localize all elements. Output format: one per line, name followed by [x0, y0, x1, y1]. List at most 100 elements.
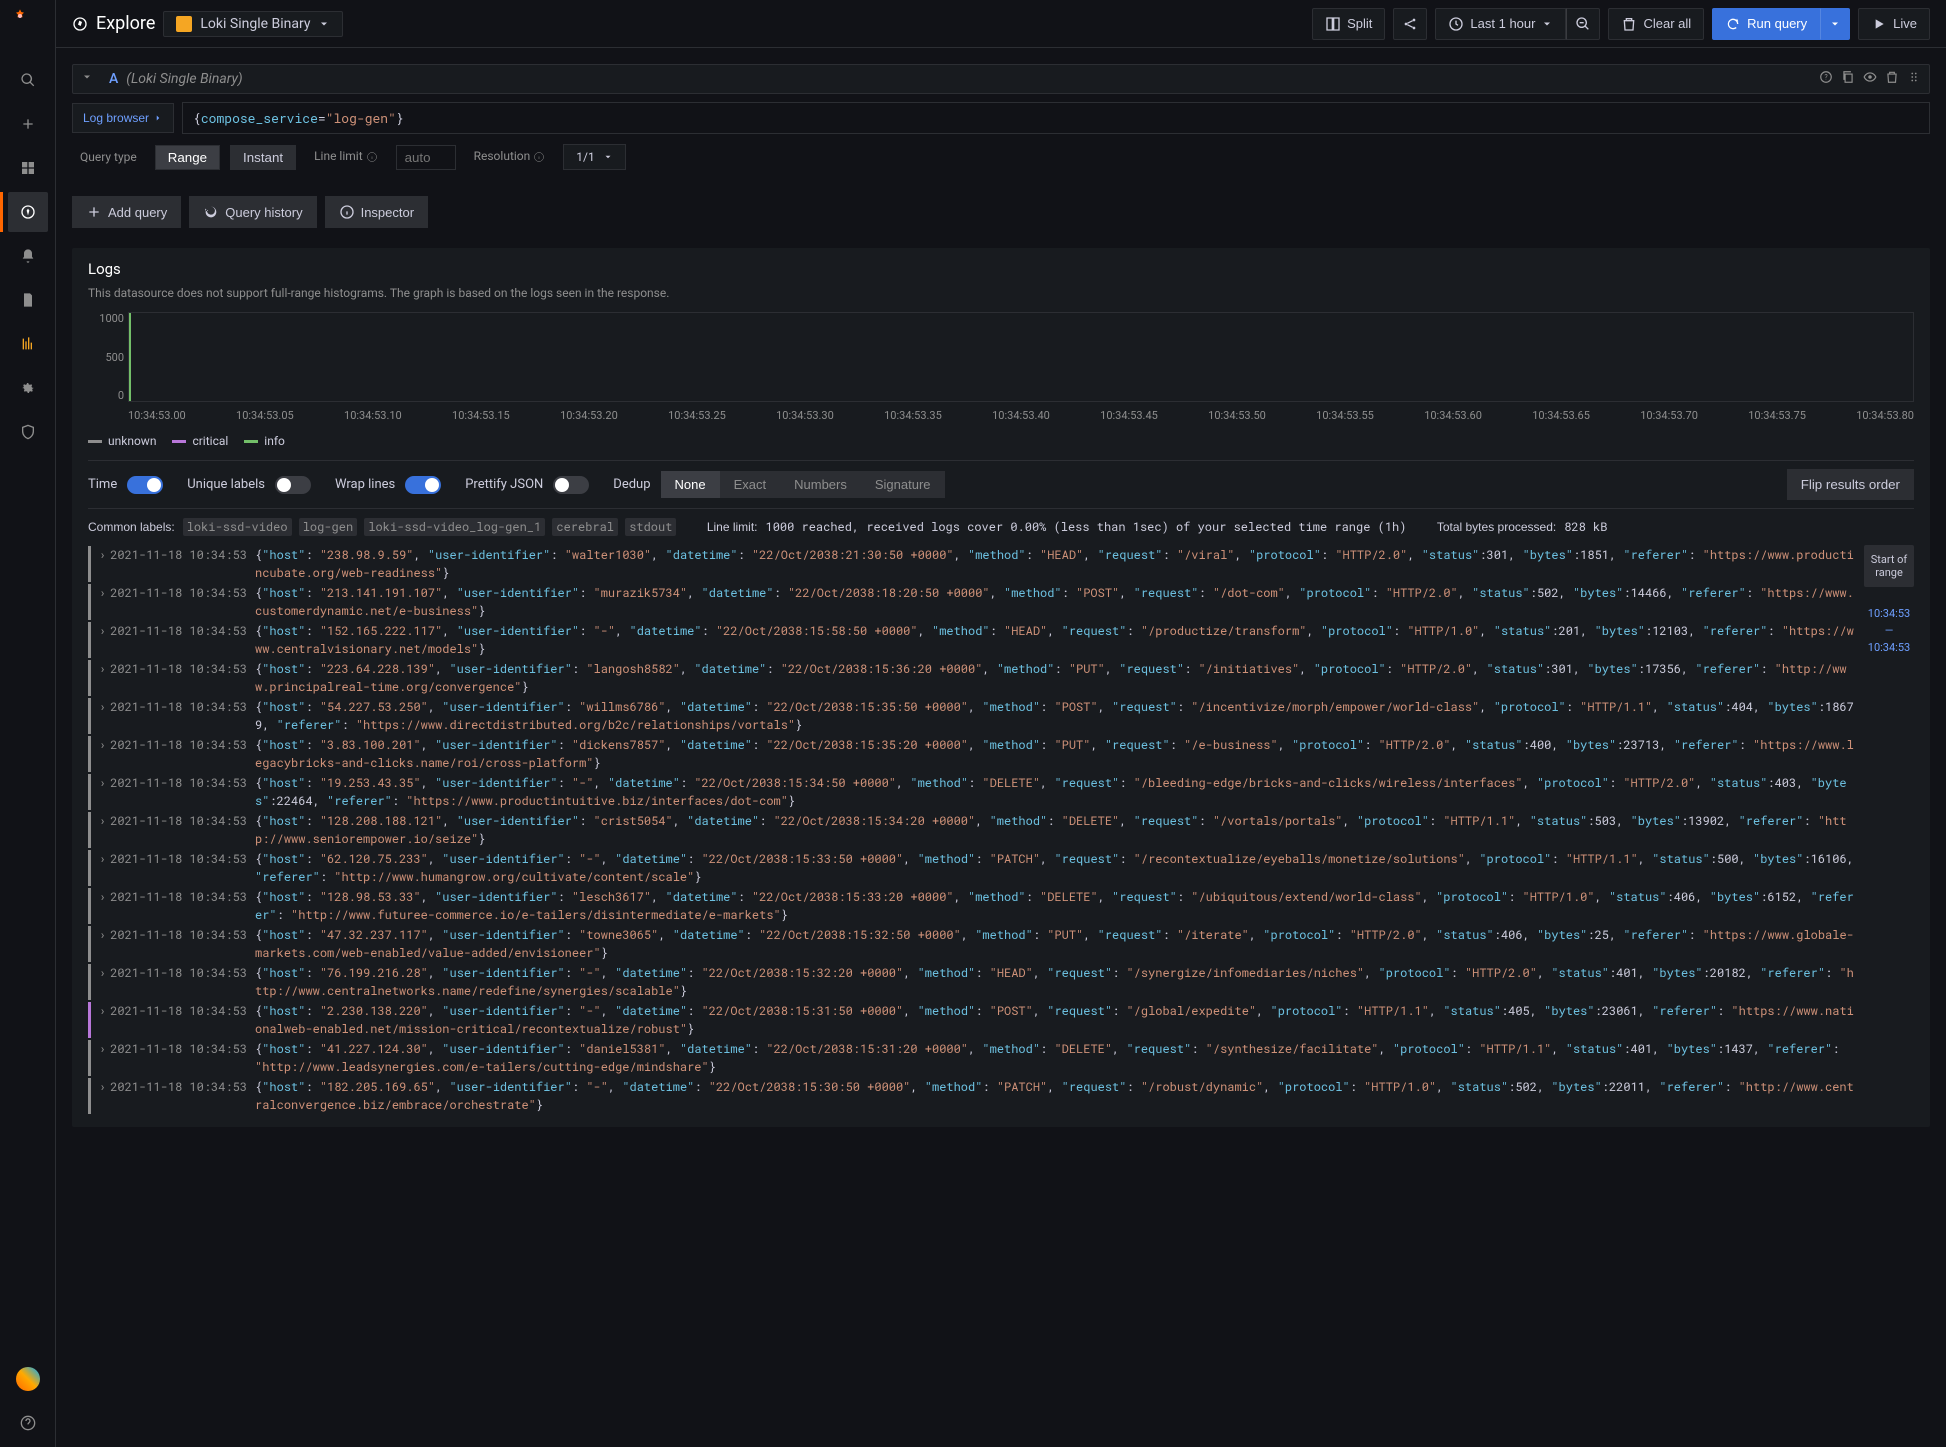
- log-entry[interactable]: ›2021-11-18 10:34:53{"host": "128.98.53.…: [88, 887, 1856, 925]
- toggle-query-icon[interactable]: [1863, 69, 1877, 89]
- log-entry[interactable]: ›2021-11-18 10:34:53{"host": "76.199.216…: [88, 963, 1856, 1001]
- loki-icon[interactable]: [8, 324, 48, 364]
- log-entry[interactable]: ›2021-11-18 10:34:53{"host": "223.64.228…: [88, 659, 1856, 697]
- expand-log-icon[interactable]: ›: [99, 1078, 106, 1114]
- log-browser-button[interactable]: Log browser: [72, 103, 174, 133]
- help-icon[interactable]: [8, 1403, 48, 1443]
- shield-icon[interactable]: [8, 412, 48, 452]
- wrap-lines-toggle[interactable]: [405, 476, 441, 494]
- log-entry[interactable]: ›2021-11-18 10:34:53{"host": "152.165.22…: [88, 621, 1856, 659]
- total-bytes-label: Total bytes processed:: [1437, 520, 1556, 534]
- live-button[interactable]: Live: [1858, 8, 1930, 40]
- expand-log-icon[interactable]: ›: [99, 698, 106, 734]
- share-icon: [1402, 16, 1418, 32]
- logs-histogram-chart[interactable]: 10005000 10:34:53.0010:34:53.0510:34:53.…: [88, 312, 1914, 422]
- logs-panel-title: Logs: [88, 260, 1914, 278]
- page-title: Explore: [72, 13, 155, 34]
- log-entry[interactable]: ›2021-11-18 10:34:53{"host": "19.253.43.…: [88, 773, 1856, 811]
- expand-log-icon[interactable]: ›: [99, 546, 106, 582]
- dedup-none[interactable]: None: [661, 471, 720, 498]
- log-entry[interactable]: ›2021-11-18 10:34:53{"host": "62.120.75.…: [88, 849, 1856, 887]
- resolution-select[interactable]: 1/1: [563, 144, 625, 170]
- expand-log-icon[interactable]: ›: [99, 850, 106, 886]
- plus-icon: [86, 204, 102, 220]
- run-query-dropdown[interactable]: [1820, 8, 1850, 40]
- log-entry[interactable]: ›2021-11-18 10:34:53{"host": "238.98.9.5…: [88, 545, 1856, 583]
- copy-query-icon[interactable]: [1841, 69, 1855, 89]
- share-button[interactable]: [1393, 8, 1427, 40]
- instant-button[interactable]: Instant: [230, 145, 296, 170]
- query-ds-name: (Loki Single Binary): [126, 71, 242, 87]
- expand-log-icon[interactable]: ›: [99, 736, 106, 772]
- line-limit-input[interactable]: [396, 145, 456, 170]
- explore-icon[interactable]: [8, 192, 48, 232]
- expand-log-icon[interactable]: ›: [99, 1002, 106, 1038]
- expand-log-icon[interactable]: ›: [99, 774, 106, 810]
- grafana-logo[interactable]: [12, 8, 44, 40]
- line-limit-meta-text: 1000 reached, received logs cover 0.00% …: [766, 519, 1407, 535]
- unique-labels-toggle[interactable]: [275, 476, 311, 494]
- log-entry[interactable]: ›2021-11-18 10:34:53{"host": "41.227.124…: [88, 1039, 1856, 1077]
- collapse-query-icon[interactable]: [81, 69, 93, 89]
- sidebar-nav: [0, 0, 56, 1447]
- expand-log-icon[interactable]: ›: [99, 1040, 106, 1076]
- flip-results-button[interactable]: Flip results order: [1787, 469, 1914, 500]
- logs-panel-hint: This datasource does not support full-ra…: [88, 286, 1914, 300]
- wrap-lines-label: Wrap lines: [335, 477, 395, 492]
- datasource-picker[interactable]: Loki Single Binary: [163, 11, 343, 37]
- run-query-button[interactable]: Run query: [1712, 8, 1820, 40]
- split-button[interactable]: Split: [1312, 8, 1385, 40]
- history-icon: [203, 204, 219, 220]
- dedup-exact[interactable]: Exact: [720, 471, 781, 498]
- delete-query-icon[interactable]: [1885, 69, 1899, 89]
- time-picker[interactable]: Last 1 hour: [1435, 8, 1566, 40]
- dashboards-icon[interactable]: [8, 148, 48, 188]
- log-entry[interactable]: ›2021-11-18 10:34:53{"host": "213.141.19…: [88, 583, 1856, 621]
- expand-log-icon[interactable]: ›: [99, 812, 106, 848]
- log-entry[interactable]: ›2021-11-18 10:34:53{"host": "54.227.53.…: [88, 697, 1856, 735]
- clear-all-button[interactable]: Clear all: [1608, 8, 1704, 40]
- svg-text:?: ?: [1824, 73, 1828, 81]
- info-icon: [339, 204, 355, 220]
- expand-log-icon[interactable]: ›: [99, 622, 106, 658]
- range-button[interactable]: Range: [155, 145, 220, 170]
- alerting-icon[interactable]: [8, 236, 48, 276]
- document-icon[interactable]: [8, 280, 48, 320]
- expand-log-icon[interactable]: ›: [99, 660, 106, 696]
- log-entry[interactable]: ›2021-11-18 10:34:53{"host": "2.230.138.…: [88, 1001, 1856, 1039]
- log-entry[interactable]: ›2021-11-18 10:34:53{"host": "47.32.237.…: [88, 925, 1856, 963]
- log-entry[interactable]: ›2021-11-18 10:34:53{"host": "3.83.100.2…: [88, 735, 1856, 773]
- expand-log-icon[interactable]: ›: [99, 964, 106, 1000]
- chevron-down-icon: [603, 149, 613, 165]
- expand-log-icon[interactable]: ›: [99, 584, 106, 620]
- label-tag: loki-ssd-video: [183, 518, 292, 536]
- log-entry[interactable]: ›2021-11-18 10:34:53{"host": "182.205.16…: [88, 1077, 1856, 1115]
- logs-panel: Logs This datasource does not support fu…: [72, 248, 1930, 1127]
- play-icon: [1871, 16, 1887, 32]
- add-query-button[interactable]: Add query: [72, 196, 181, 228]
- line-limit-meta-label: Line limit:: [707, 520, 758, 534]
- chart-legend: unknowncriticalinfo: [88, 430, 1914, 460]
- dedup-numbers[interactable]: Numbers: [780, 471, 861, 498]
- query-expression-input[interactable]: {compose_service="log-gen"}: [182, 102, 1930, 134]
- search-icon[interactable]: [8, 60, 48, 100]
- dedup-label: Dedup: [613, 477, 650, 492]
- config-icon[interactable]: [8, 368, 48, 408]
- avatar[interactable]: [8, 1359, 48, 1399]
- chevron-down-icon: [1541, 16, 1553, 32]
- time-toggle[interactable]: [127, 476, 163, 494]
- expand-log-icon[interactable]: ›: [99, 888, 106, 924]
- query-history-button[interactable]: Query history: [189, 196, 316, 228]
- sync-icon: [1725, 16, 1741, 32]
- log-meta-row: Common labels: loki-ssd-video log-gen lo…: [88, 509, 1914, 545]
- drag-query-icon[interactable]: [1907, 69, 1921, 89]
- dedup-signature[interactable]: Signature: [861, 471, 945, 498]
- log-entry[interactable]: ›2021-11-18 10:34:53{"host": "128.208.18…: [88, 811, 1856, 849]
- zoom-out-icon: [1575, 16, 1591, 32]
- expand-log-icon[interactable]: ›: [99, 926, 106, 962]
- inspector-button[interactable]: Inspector: [325, 196, 428, 228]
- query-help-icon[interactable]: ?: [1819, 69, 1833, 89]
- plus-icon[interactable]: [8, 104, 48, 144]
- prettify-json-toggle[interactable]: [553, 476, 589, 494]
- zoom-out-button[interactable]: [1566, 8, 1600, 40]
